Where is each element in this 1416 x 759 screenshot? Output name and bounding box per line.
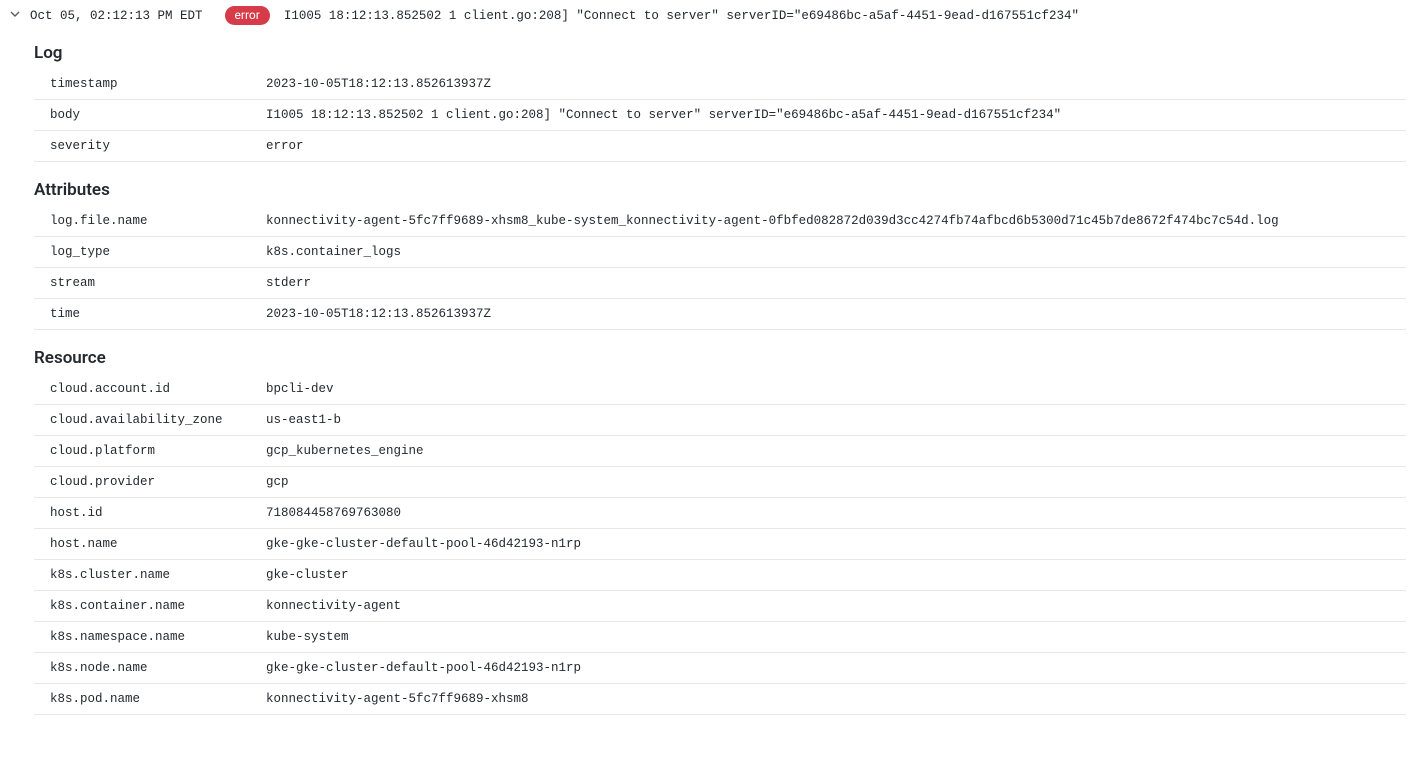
section-title-log: Log [34,43,1406,63]
kv-key: timestamp [34,69,250,100]
kv-key: log_type [34,237,250,268]
kv-value: konnectivity-agent-5fc7ff9689-xhsm8_kube… [250,206,1406,237]
kv-key: stream [34,268,250,299]
kv-value: stderr [250,268,1406,299]
kv-key: severity [34,131,250,162]
table-row: k8s.namespace.name kube-system [34,622,1406,653]
kv-value: bpcli-dev [250,374,1406,405]
table-row: host.name gke-gke-cluster-default-pool-4… [34,529,1406,560]
log-summary-row[interactable]: Oct 05, 02:12:13 PM EDT error I1005 18:1… [0,0,1416,29]
table-row: stream stderr [34,268,1406,299]
kv-key: k8s.container.name [34,591,250,622]
log-table: timestamp 2023-10-05T18:12:13.852613937Z… [34,69,1406,162]
kv-value: 2023-10-05T18:12:13.852613937Z [250,69,1406,100]
table-row: log_type k8s.container_logs [34,237,1406,268]
kv-value: 718084458769763080 [250,498,1406,529]
kv-value: gke-cluster [250,560,1406,591]
kv-value: gcp [250,467,1406,498]
chevron-down-icon[interactable] [10,9,22,23]
section-title-attributes: Attributes [34,180,1406,200]
table-row: time 2023-10-05T18:12:13.852613937Z [34,299,1406,330]
kv-value: gcp_kubernetes_engine [250,436,1406,467]
kv-value: k8s.container_logs [250,237,1406,268]
kv-key: body [34,100,250,131]
table-row: log.file.name konnectivity-agent-5fc7ff9… [34,206,1406,237]
table-row: k8s.cluster.name gke-cluster [34,560,1406,591]
kv-value: gke-gke-cluster-default-pool-46d42193-n1… [250,529,1406,560]
kv-key: k8s.cluster.name [34,560,250,591]
resource-table: cloud.account.id bpcli-dev cloud.availab… [34,374,1406,715]
kv-key: time [34,299,250,330]
kv-key: cloud.availability_zone [34,405,250,436]
table-row: body I1005 18:12:13.852502 1 client.go:2… [34,100,1406,131]
kv-value: konnectivity-agent [250,591,1406,622]
kv-value: us-east1-b [250,405,1406,436]
kv-value: kube-system [250,622,1406,653]
kv-key: host.id [34,498,250,529]
kv-value: konnectivity-agent-5fc7ff9689-xhsm8 [250,684,1406,715]
kv-value: 2023-10-05T18:12:13.852613937Z [250,299,1406,330]
table-row: severity error [34,131,1406,162]
table-row: cloud.platform gcp_kubernetes_engine [34,436,1406,467]
log-message: I1005 18:12:13.852502 1 client.go:208] "… [284,9,1079,23]
kv-key: host.name [34,529,250,560]
kv-key: k8s.namespace.name [34,622,250,653]
kv-value: gke-gke-cluster-default-pool-46d42193-n1… [250,653,1406,684]
table-row: cloud.account.id bpcli-dev [34,374,1406,405]
kv-key: log.file.name [34,206,250,237]
table-row: host.id 718084458769763080 [34,498,1406,529]
table-row: k8s.pod.name konnectivity-agent-5fc7ff96… [34,684,1406,715]
table-row: cloud.provider gcp [34,467,1406,498]
kv-key: cloud.account.id [34,374,250,405]
table-row: k8s.container.name konnectivity-agent [34,591,1406,622]
table-row: k8s.node.name gke-gke-cluster-default-po… [34,653,1406,684]
kv-key: cloud.platform [34,436,250,467]
section-title-resource: Resource [34,348,1406,368]
attributes-table: log.file.name konnectivity-agent-5fc7ff9… [34,206,1406,330]
kv-key: cloud.provider [34,467,250,498]
severity-badge: error [225,6,270,25]
table-row: cloud.availability_zone us-east1-b [34,405,1406,436]
log-detail-panel: Log timestamp 2023-10-05T18:12:13.852613… [0,29,1416,725]
table-row: timestamp 2023-10-05T18:12:13.852613937Z [34,69,1406,100]
kv-value: I1005 18:12:13.852502 1 client.go:208] "… [250,100,1406,131]
kv-value: error [250,131,1406,162]
kv-key: k8s.pod.name [34,684,250,715]
kv-key: k8s.node.name [34,653,250,684]
log-timestamp-short: Oct 05, 02:12:13 PM EDT [30,9,203,23]
